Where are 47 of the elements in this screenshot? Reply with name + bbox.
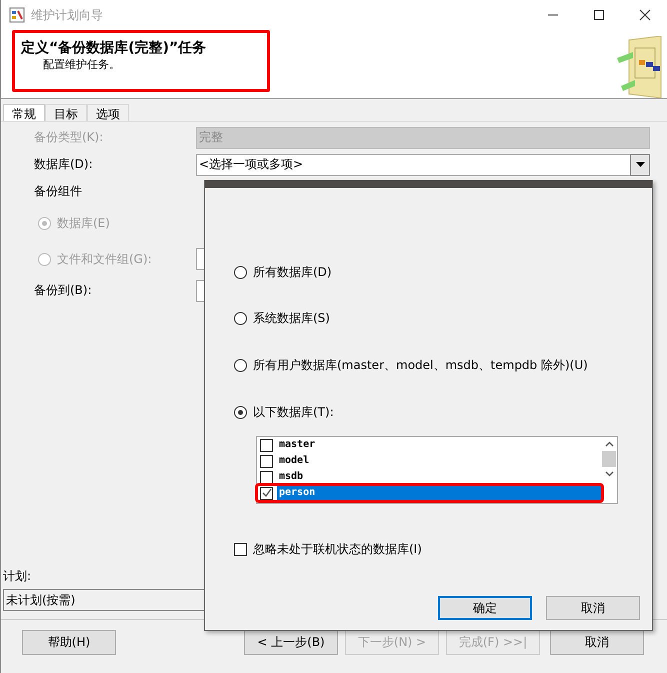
radio-label: 所有用户数据库(master、model、msdb、tempdb 除外)(U) — [253, 357, 588, 374]
checkbox[interactable] — [260, 438, 273, 452]
radio-button[interactable] — [234, 266, 247, 278]
checkbox[interactable] — [234, 543, 247, 556]
check-icon — [262, 488, 272, 498]
page-title: 定义“备份数据库(完整)”任务 — [21, 39, 208, 57]
field-label: 数据库(D): — [34, 156, 94, 173]
database-dropdown[interactable]: <选择一项或多项> — [196, 154, 630, 176]
wizard-button[interactable]: 取消 — [550, 630, 644, 655]
radio-button[interactable] — [234, 312, 247, 325]
section-label: 备份组件 — [34, 183, 83, 200]
database-item[interactable]: person — [277, 486, 601, 500]
tab[interactable]: 目标 — [45, 104, 87, 121]
radio-button[interactable] — [234, 406, 247, 419]
wizard-button[interactable]: < 上一步(B) — [244, 630, 338, 655]
dialog-button[interactable]: 取消 — [546, 596, 640, 620]
dialog-button[interactable]: 确定 — [438, 596, 532, 620]
wizard-drawing — [615, 36, 663, 98]
scroll-down-icon[interactable] — [604, 471, 614, 477]
caret-icon — [636, 162, 644, 167]
tab[interactable]: 常规 — [3, 104, 45, 121]
checkbox[interactable] — [260, 454, 273, 468]
radio-label: 以下数据库(T): — [253, 404, 334, 421]
scroll-up-icon[interactable] — [604, 441, 614, 447]
schedule-field[interactable]: 未计划(按需) — [3, 589, 207, 611]
radio-label: 系统数据库(S) — [253, 310, 330, 327]
close-icon[interactable] — [639, 9, 651, 21]
database-item[interactable]: model — [277, 453, 601, 469]
field-label: 计划: — [3, 568, 32, 585]
radio-button[interactable] — [234, 359, 247, 372]
database-item[interactable]: master — [277, 437, 601, 453]
tab[interactable]: 选项 — [87, 104, 129, 121]
dropdown-button[interactable] — [630, 154, 650, 176]
field-label: 备份类型(K): — [34, 129, 104, 146]
checkbox-label: 忽略未处于联机状态的数据库(I) — [253, 541, 422, 558]
window-title: 维护计划向导 — [31, 6, 103, 24]
field-label: 备份到(B): — [34, 282, 93, 299]
maximize-icon[interactable] — [593, 9, 605, 21]
radio-label: 所有数据库(D) — [253, 264, 332, 280]
wizard-app-icon — [9, 7, 25, 23]
wizard-button[interactable]: 帮助(H) — [22, 630, 116, 655]
database-item[interactable]: msdb — [277, 469, 601, 485]
radio-label: 数据库(E) — [57, 214, 110, 232]
page-subtitle: 配置维护任务。 — [42, 57, 121, 72]
radio-label: 文件和文件组(G): — [57, 250, 152, 268]
checkbox[interactable] — [260, 470, 273, 484]
checkbox[interactable] — [260, 486, 273, 500]
